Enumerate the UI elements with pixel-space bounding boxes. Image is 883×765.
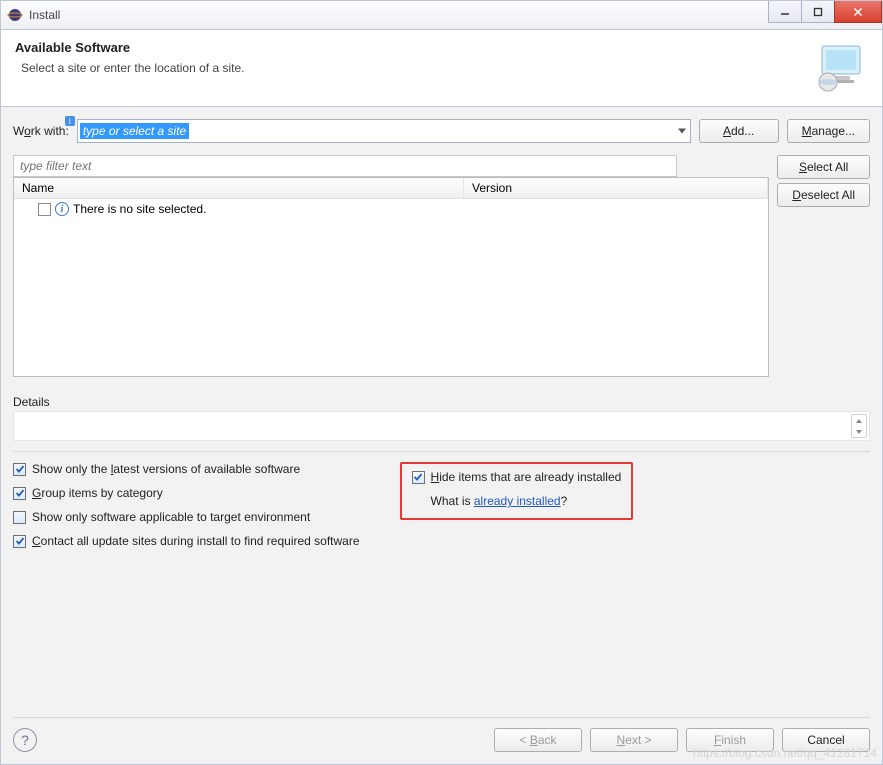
- minimize-button[interactable]: [768, 1, 802, 23]
- applicable-label: Show only software applicable to target …: [32, 510, 310, 524]
- checkbox-icon[interactable]: [38, 203, 51, 216]
- options-area: Show only the latest versions of availab…: [13, 462, 870, 548]
- software-tree[interactable]: Name Version i There is no site selected…: [13, 177, 769, 377]
- add-button[interactable]: Add...: [699, 119, 779, 143]
- applicable-checkbox[interactable]: [13, 511, 26, 524]
- details-text[interactable]: [13, 411, 870, 441]
- page-subtitle: Select a site or enter the location of a…: [21, 61, 812, 75]
- work-with-label: Work with: i: [13, 124, 69, 138]
- tree-header: Name Version: [14, 178, 768, 199]
- highlight-box: Hide items that are already installed Wh…: [400, 462, 634, 520]
- info-badge-icon: i: [65, 116, 75, 126]
- group-category-checkbox[interactable]: [13, 487, 26, 500]
- latest-versions-checkbox[interactable]: [13, 463, 26, 476]
- titlebar: Install: [0, 0, 883, 30]
- details-label: Details: [13, 395, 870, 409]
- column-name[interactable]: Name: [14, 178, 464, 198]
- page-title: Available Software: [15, 40, 812, 55]
- window-title: Install: [29, 8, 60, 22]
- work-with-combo[interactable]: type or select a site: [77, 119, 691, 143]
- back-button[interactable]: < Back: [494, 728, 582, 752]
- help-button[interactable]: ?: [13, 728, 37, 752]
- latest-versions-label: Show only the latest versions of availab…: [32, 462, 300, 476]
- tree-row: i There is no site selected.: [14, 199, 768, 219]
- tree-empty-message: There is no site selected.: [73, 202, 206, 216]
- details-spinner[interactable]: [851, 414, 867, 438]
- dialog-footer: ? < Back Next > Finish Cancel: [13, 717, 870, 752]
- maximize-button[interactable]: [801, 1, 835, 23]
- column-version[interactable]: Version: [464, 178, 768, 198]
- dialog-header: Available Software Select a site or ente…: [0, 30, 883, 107]
- wizard-icon: [812, 40, 868, 96]
- select-all-button[interactable]: Select All: [777, 155, 870, 179]
- group-category-label: Group items by category: [32, 486, 163, 500]
- contact-sites-label: Contact all update sites during install …: [32, 534, 360, 548]
- cancel-button[interactable]: Cancel: [782, 728, 870, 752]
- separator: [13, 451, 870, 452]
- contact-sites-checkbox[interactable]: [13, 535, 26, 548]
- already-installed-text: What is already installed?: [431, 494, 568, 508]
- manage-button[interactable]: Manage...: [787, 119, 870, 143]
- info-icon: i: [55, 202, 69, 216]
- close-button[interactable]: [834, 1, 882, 23]
- finish-button[interactable]: Finish: [686, 728, 774, 752]
- hide-installed-label: Hide items that are already installed: [431, 470, 622, 484]
- next-button[interactable]: Next >: [590, 728, 678, 752]
- already-installed-link[interactable]: already installed: [474, 494, 561, 508]
- filter-input[interactable]: [13, 155, 677, 177]
- hide-installed-checkbox[interactable]: [412, 471, 425, 484]
- deselect-all-button[interactable]: Deselect All: [777, 183, 870, 207]
- details-section: Details: [13, 395, 870, 441]
- app-icon: [7, 7, 23, 23]
- dialog-body: Work with: i type or select a site Add..…: [0, 107, 883, 765]
- chevron-down-icon: [678, 129, 686, 134]
- work-with-value: type or select a site: [80, 123, 189, 139]
